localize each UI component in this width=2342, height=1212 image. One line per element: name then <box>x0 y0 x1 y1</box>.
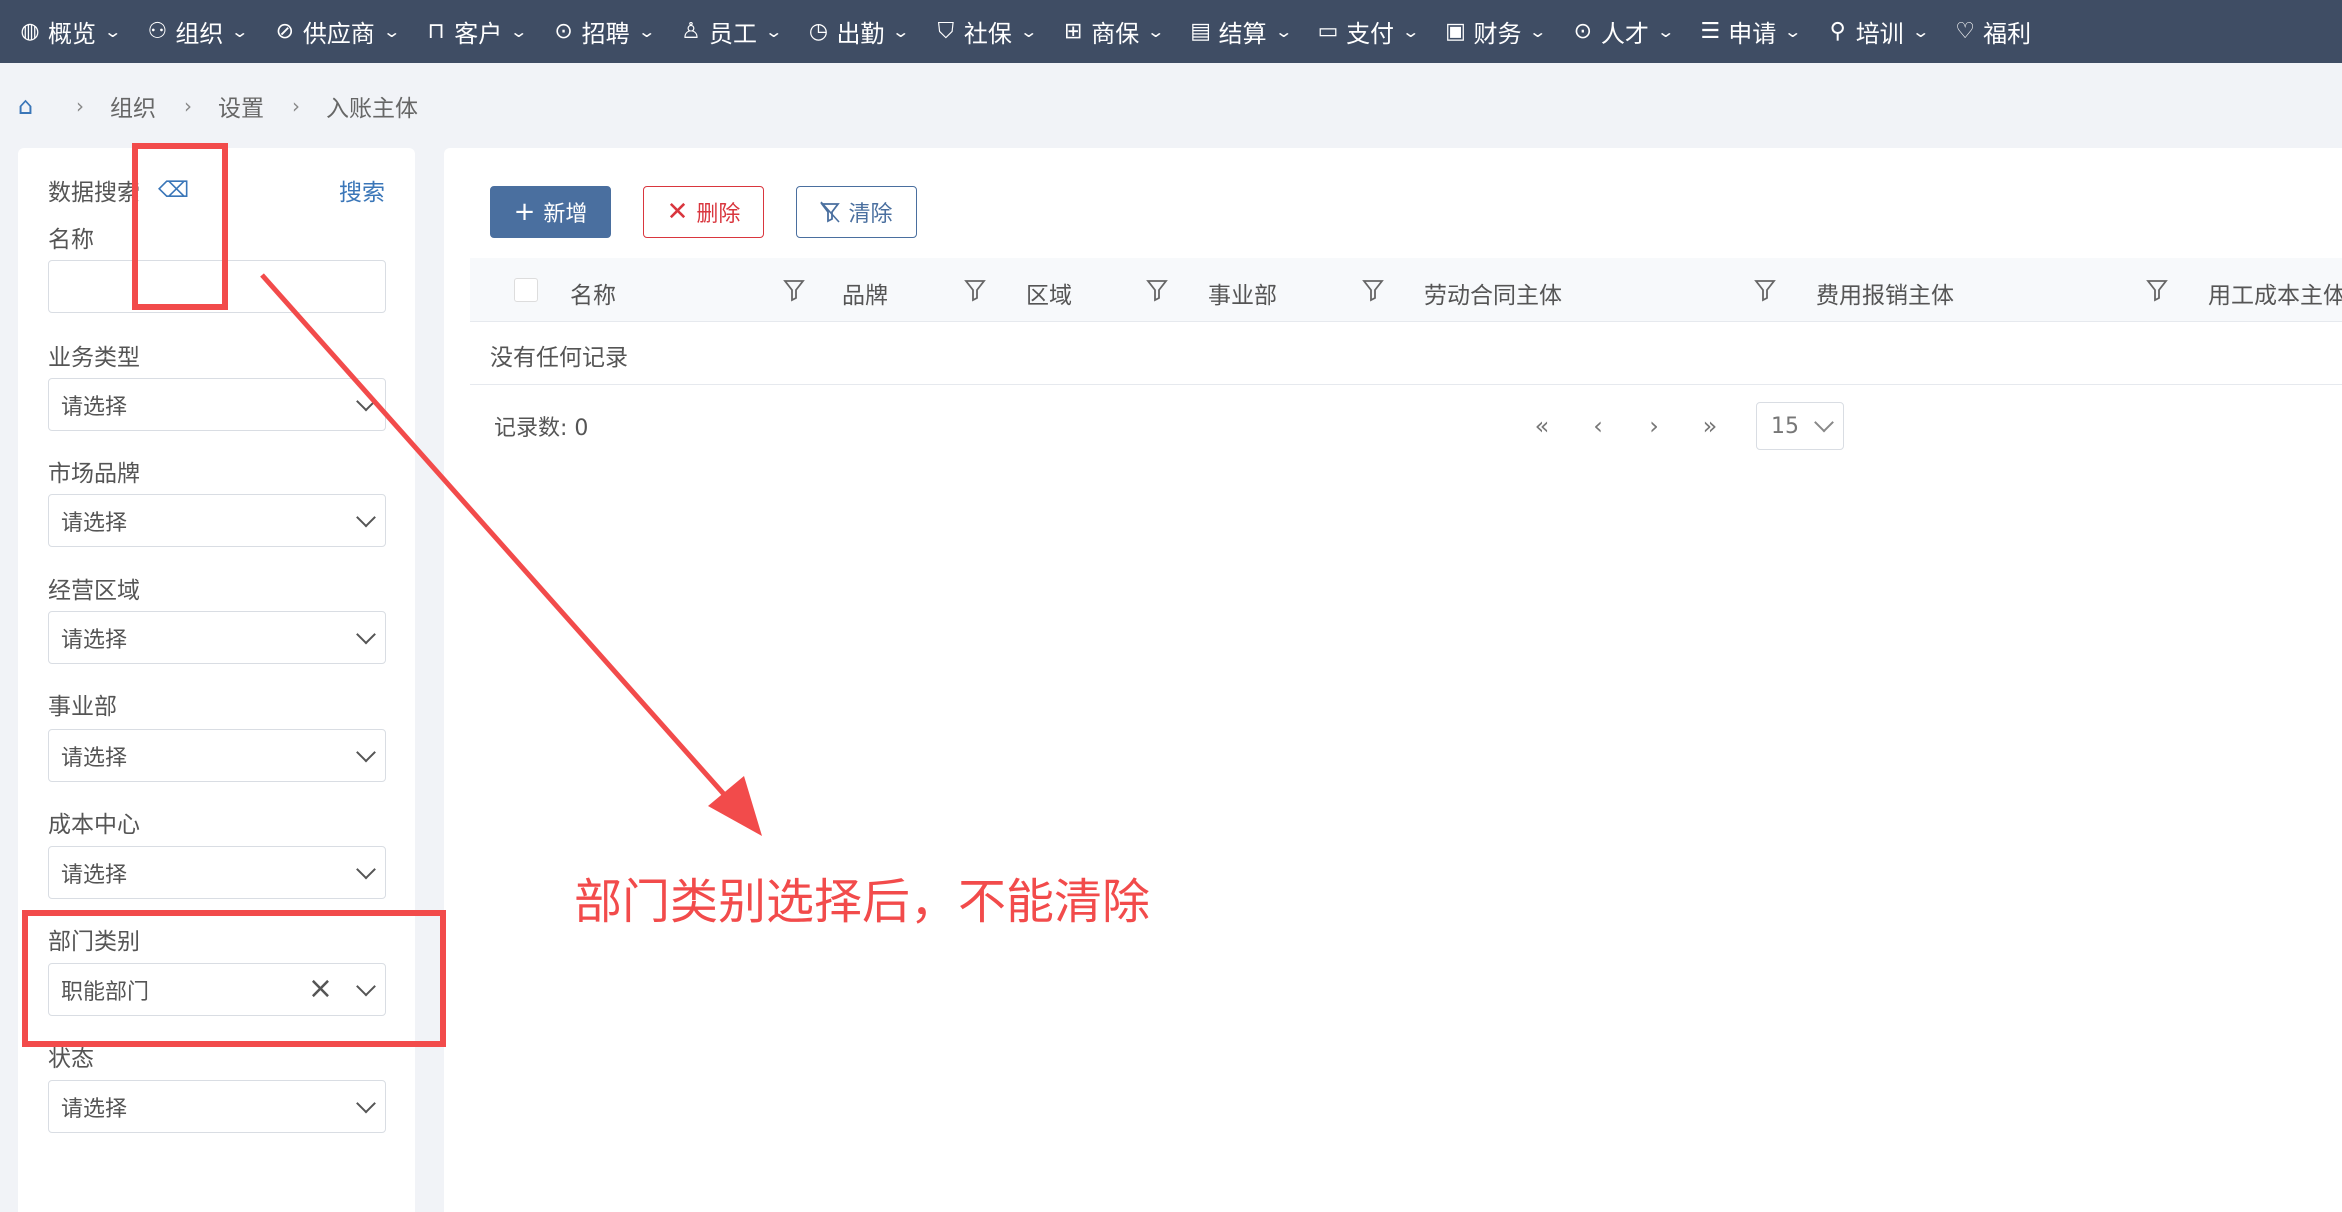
annotation-text: 部门类别选择后，不能清除 <box>574 874 1151 930</box>
annotation-arrow <box>260 273 762 836</box>
